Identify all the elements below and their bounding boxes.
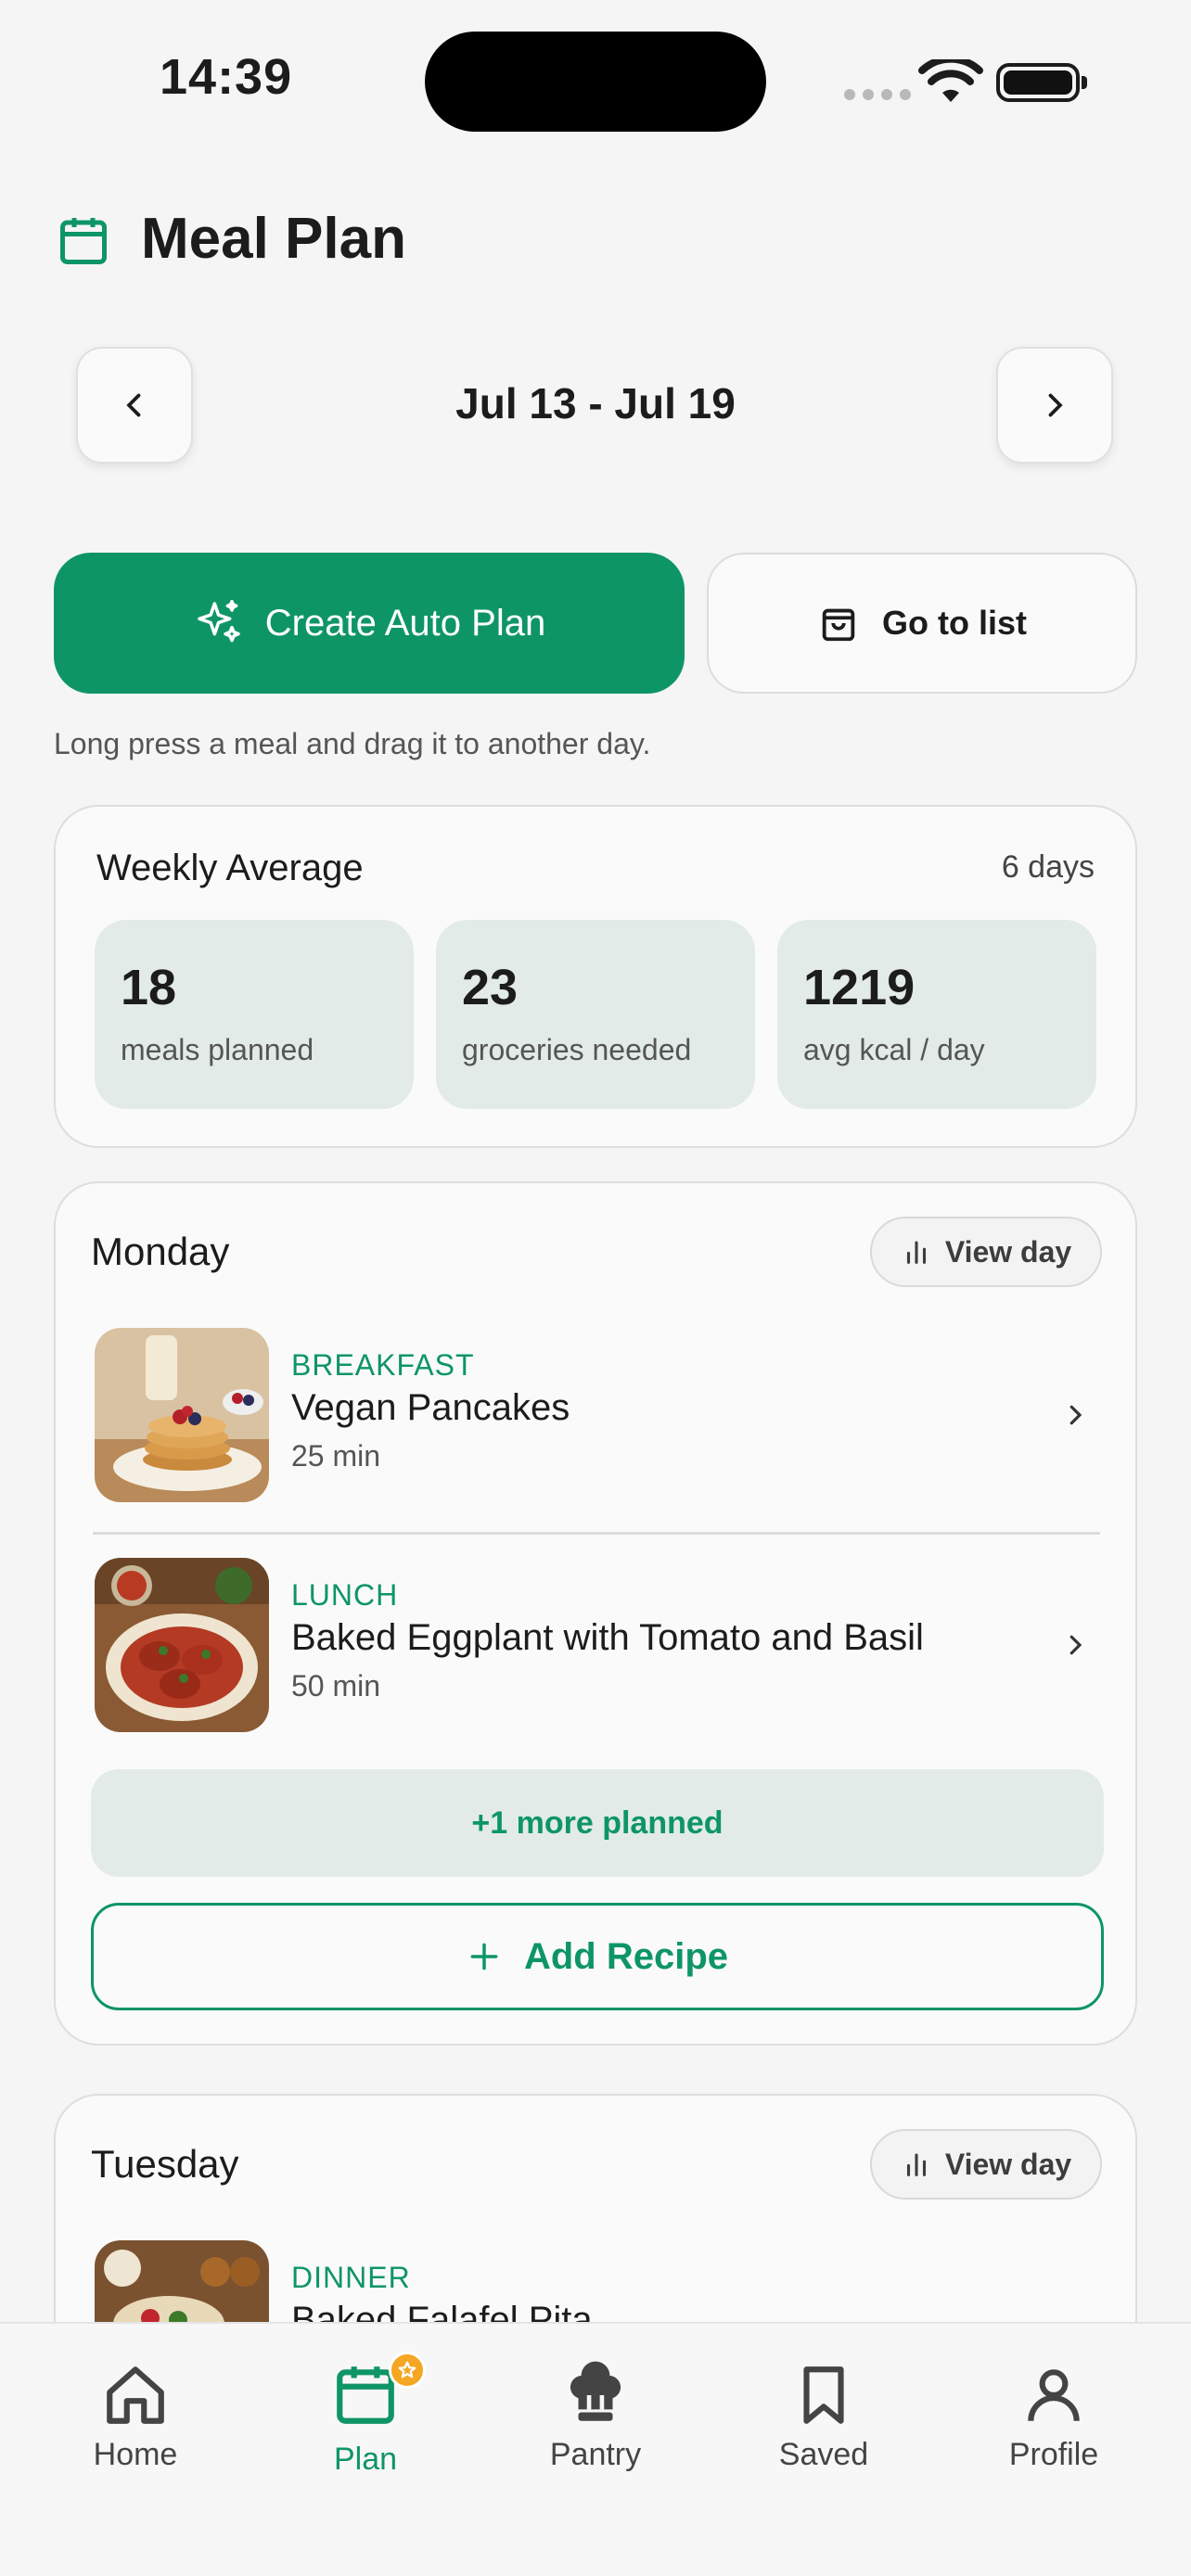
weekly-average-card: Weekly Average 6 days 18 meals planned 2… [54, 805, 1137, 1148]
stat-label: avg kcal / day [803, 1033, 985, 1066]
tab-bar: Home Plan Pantry Saved Profile [0, 2322, 1191, 2576]
home-icon [107, 2366, 164, 2424]
stat-label: meals planned [121, 1033, 314, 1066]
meal-row-breakfast[interactable]: BREAKFAST Vegan Pancakes 25 min [56, 1322, 1139, 1508]
meal-name: Baked Eggplant with Tomato and Basil [291, 1617, 924, 1658]
view-day-button[interactable]: View day [870, 2129, 1102, 2200]
stat-value: 18 [121, 960, 177, 1015]
meal-image-pancakes [95, 1328, 269, 1502]
view-day-button[interactable]: View day [870, 1217, 1102, 1287]
status-time: 14:39 [160, 49, 293, 105]
cellular-signal-icon [844, 89, 911, 100]
tab-label: Plan [333, 2442, 398, 2477]
tab-label: Home [93, 2437, 178, 2472]
tab-pantry[interactable]: Pantry [503, 2361, 688, 2473]
tab-home[interactable]: Home [43, 2361, 228, 2473]
stat-groceries-needed: 23 groceries needed [436, 920, 755, 1109]
go-to-list-label: Go to list [882, 604, 1027, 642]
tab-label: Pantry [549, 2437, 642, 2472]
more-planned-button[interactable]: +1 more planned [91, 1769, 1104, 1877]
meal-image-eggplant [95, 1558, 269, 1732]
dynamic-island [425, 32, 766, 132]
star-badge-icon [389, 2352, 426, 2389]
meal-time: 25 min [291, 1439, 381, 1473]
bar-chart-icon [906, 2153, 926, 2176]
add-recipe-label: Add Recipe [523, 1935, 729, 1977]
plus-icon [470, 1943, 498, 1970]
view-day-label: View day [944, 1234, 1072, 1269]
weekly-average-days: 6 days [1001, 849, 1095, 885]
add-recipe-button[interactable]: Add Recipe [91, 1903, 1104, 2010]
meal-name: Vegan Pancakes [291, 1387, 570, 1428]
tab-profile[interactable]: Profile [961, 2361, 1146, 2473]
bar-chart-icon [906, 1241, 926, 1264]
day-card-monday: Monday View day BREAKFAST Vegan Pancakes… [54, 1181, 1137, 2046]
meal-type: LUNCH [291, 1578, 399, 1612]
meal-divider [93, 1532, 1100, 1535]
chevron-right-icon [1048, 393, 1063, 417]
day-name: Monday [91, 1230, 230, 1273]
create-auto-plan-button[interactable]: Create Auto Plan [54, 553, 685, 694]
stat-value: 1219 [803, 960, 916, 1015]
meal-type: BREAKFAST [291, 1348, 475, 1382]
user-icon [1028, 2369, 1080, 2421]
stat-meals-planned: 18 meals planned [95, 920, 414, 1109]
tab-saved[interactable]: Saved [731, 2361, 916, 2473]
view-day-label: View day [944, 2147, 1072, 2181]
day-name: Tuesday [91, 2142, 239, 2186]
stat-label: groceries needed [462, 1033, 692, 1066]
bookmark-icon [803, 2366, 844, 2424]
go-to-list-button[interactable]: Go to list [707, 553, 1137, 694]
chevron-right-icon [1069, 1405, 1082, 1425]
tab-label: Profile [1008, 2437, 1099, 2472]
chevron-right-icon [1069, 1635, 1082, 1655]
meal-time: 50 min [291, 1669, 381, 1702]
wifi-icon [918, 59, 983, 102]
tab-label: Saved [778, 2437, 869, 2472]
battery-icon [996, 63, 1087, 102]
weekly-average-title: Weekly Average [96, 848, 364, 888]
page-title: Meal Plan [141, 207, 406, 271]
meal-row-lunch[interactable]: LUNCH Baked Eggplant with Tomato and Bas… [56, 1552, 1139, 1738]
create-auto-plan-label: Create Auto Plan [264, 602, 546, 644]
sparkles-icon [198, 599, 240, 643]
tab-plan[interactable]: Plan [273, 2352, 458, 2478]
meal-type: DINNER [291, 2261, 411, 2294]
chef-hat-icon [570, 2361, 621, 2421]
stat-avg-kcal: 1219 avg kcal / day [777, 920, 1096, 1109]
next-week-button[interactable] [996, 347, 1113, 464]
calendar-icon [60, 218, 107, 264]
shopping-bag-icon [822, 608, 855, 642]
drag-hint: Long press a meal and drag it to another… [54, 727, 651, 760]
stat-value: 23 [462, 960, 519, 1015]
